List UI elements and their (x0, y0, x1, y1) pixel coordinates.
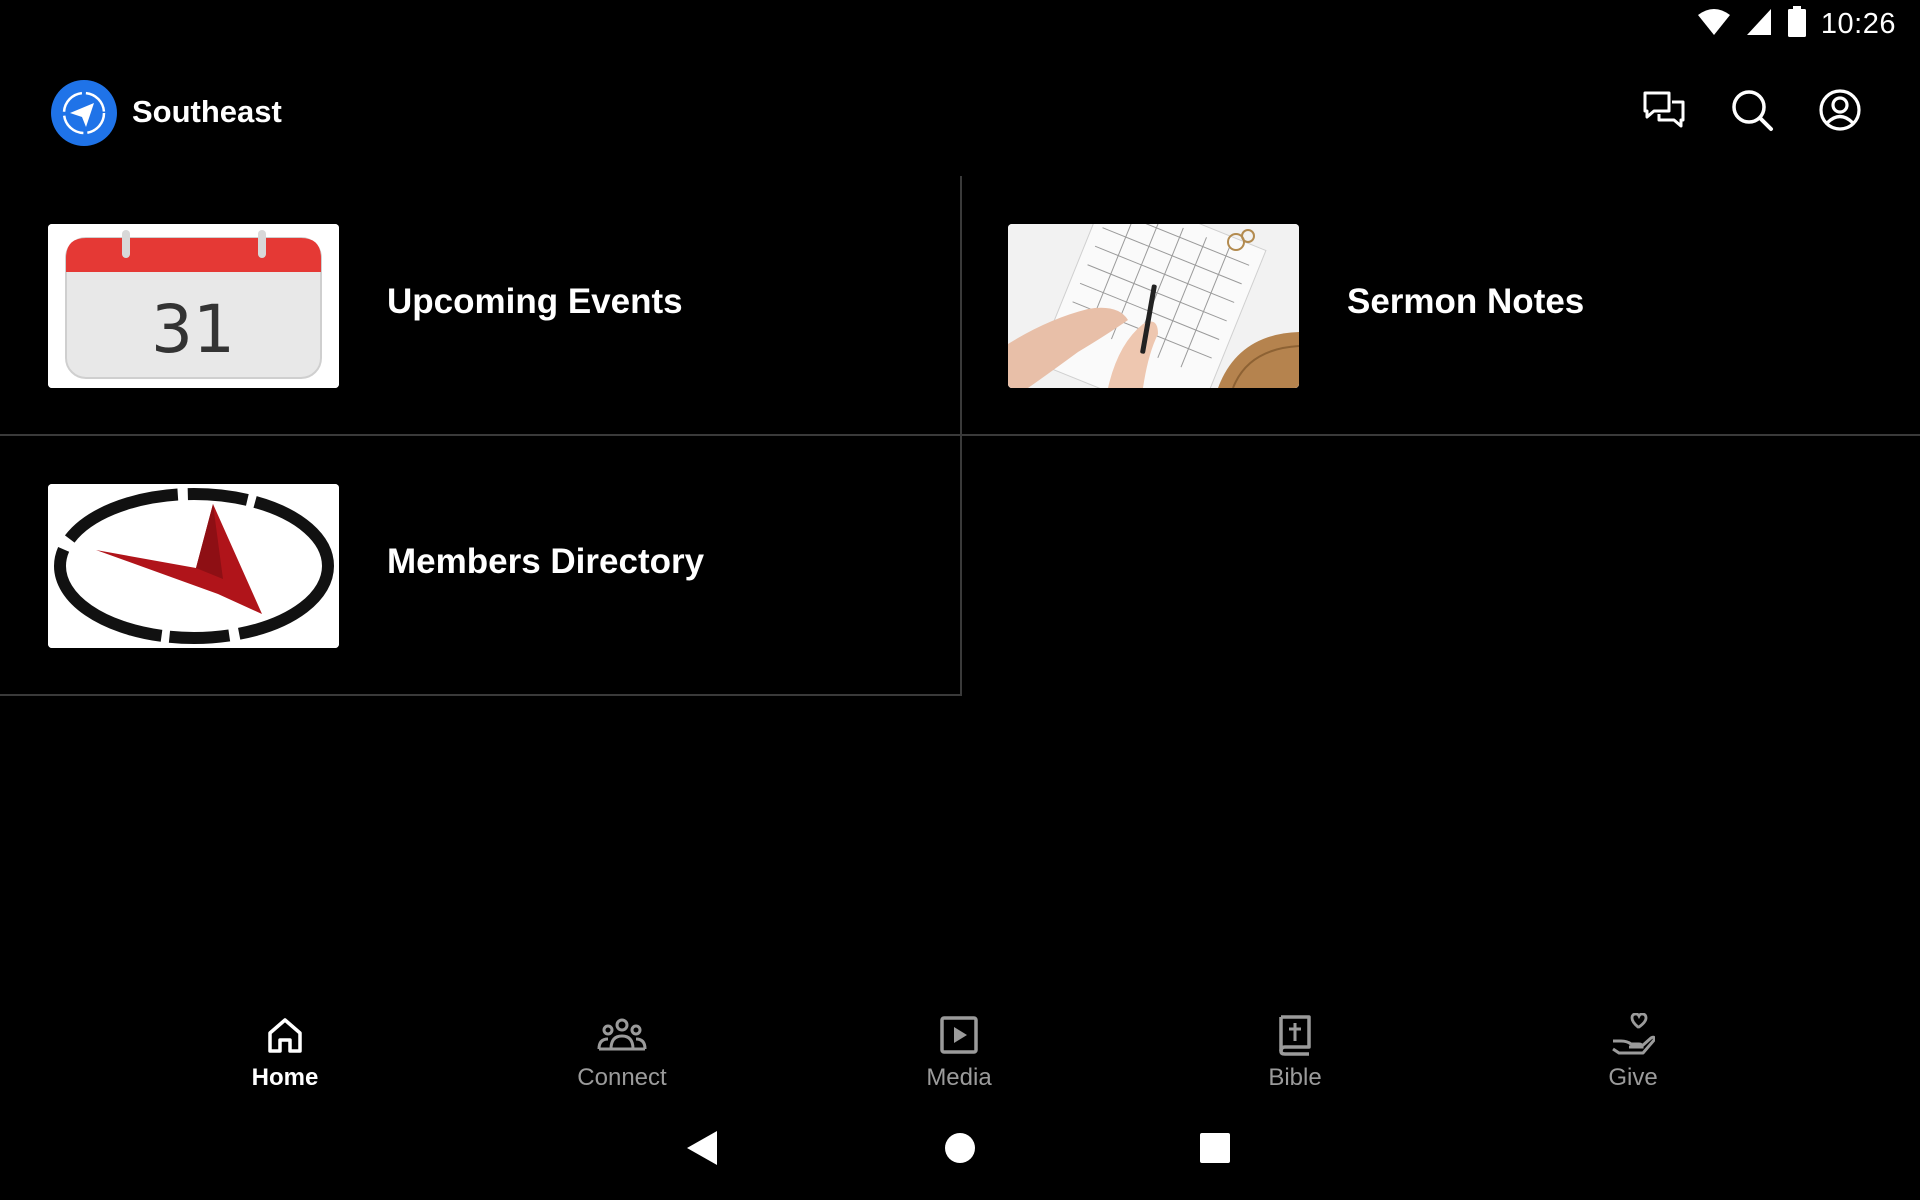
account-button[interactable] (1816, 88, 1864, 136)
status-icons: 10:26 (1697, 5, 1896, 43)
status-bar: 10:26 (0, 0, 1920, 50)
nav-item-home[interactable]: Home (185, 1010, 385, 1110)
nav-label: Media (926, 1064, 992, 1091)
group-icon (597, 1010, 647, 1060)
search-button[interactable] (1728, 88, 1776, 136)
nav-item-connect[interactable]: Connect (522, 1010, 722, 1110)
nav-label: Give (1608, 1064, 1658, 1091)
nav-label: Connect (577, 1064, 667, 1091)
tile-sermon-notes[interactable]: Sermon Notes (960, 176, 1920, 434)
back-triangle-icon (685, 1129, 719, 1172)
compass-arrow-logo-image (48, 484, 339, 648)
tile-label: Upcoming Events (387, 282, 683, 321)
calendar-31-image: 31 (48, 224, 339, 388)
tile-label: Sermon Notes (1347, 282, 1585, 321)
give-icon (1608, 1010, 1658, 1060)
system-back-button[interactable] (672, 1120, 732, 1180)
home-icon (260, 1010, 310, 1060)
tile-label: Members Directory (387, 542, 705, 581)
chat-button[interactable] (1640, 88, 1688, 136)
nav-item-bible[interactable]: Bible (1195, 1010, 1395, 1110)
cell-signal-icon (1745, 7, 1773, 42)
compass-logo-icon[interactable] (51, 80, 117, 146)
app-bar: Southeast (0, 62, 1920, 162)
tile-members-directory[interactable]: Members Directory (0, 436, 960, 694)
notes-photo-image (1008, 224, 1299, 388)
app-title: Southeast (132, 94, 282, 129)
bottom-nav: Home Connect Media Bible Give (0, 1000, 1920, 1110)
system-nav-bar (0, 1120, 1920, 1180)
system-home-button[interactable] (930, 1120, 990, 1180)
search-icon (1730, 88, 1774, 137)
grid-divider-horizontal (0, 694, 962, 696)
calendar-day-number: 31 (151, 291, 235, 368)
account-icon (1818, 88, 1862, 137)
wifi-icon (1697, 7, 1731, 42)
tile-upcoming-events[interactable]: 31 Upcoming Events (0, 176, 960, 434)
status-time: 10:26 (1820, 7, 1896, 40)
app-actions (1640, 88, 1864, 136)
play-icon (934, 1010, 984, 1060)
nav-item-media[interactable]: Media (859, 1010, 1059, 1110)
nav-item-give[interactable]: Give (1533, 1010, 1733, 1110)
bible-icon (1270, 1010, 1320, 1060)
system-recents-button[interactable] (1185, 1120, 1245, 1180)
recents-square-icon (1199, 1132, 1231, 1169)
battery-icon (1787, 5, 1807, 43)
nav-label: Home (251, 1064, 319, 1091)
nav-label: Bible (1268, 1064, 1322, 1091)
screen: 10:26 Southeast 31 Upcoming Events Sermo… (0, 0, 1920, 1200)
chat-icon (1642, 90, 1686, 135)
home-circle-icon (944, 1132, 976, 1169)
